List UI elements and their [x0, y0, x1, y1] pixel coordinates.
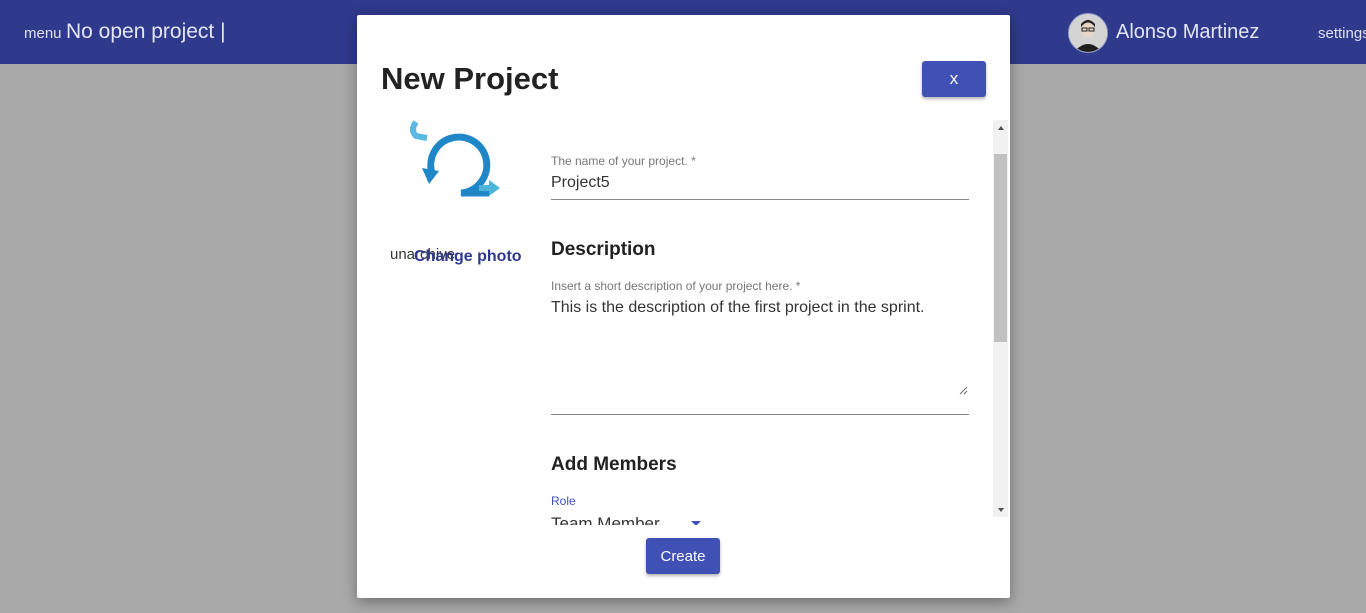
- scrum-cycle-icon[interactable]: [407, 120, 507, 202]
- description-underline: [551, 414, 969, 415]
- project-name-input[interactable]: Project5: [551, 174, 610, 192]
- project-status: No open project |: [66, 20, 226, 43]
- description-textarea[interactable]: This is the description of the first pro…: [551, 299, 969, 317]
- description-heading: Description: [551, 239, 656, 260]
- create-button[interactable]: Create: [646, 538, 720, 574]
- dialog-title: New Project: [381, 61, 559, 96]
- scrollbar-thumb[interactable]: [994, 154, 1007, 342]
- project-name-label: The name of your project. *: [551, 154, 696, 168]
- scroll-down-icon[interactable]: [993, 502, 1008, 517]
- role-select[interactable]: Team Member: [551, 514, 660, 525]
- menu-button[interactable]: menu: [24, 25, 62, 42]
- settings-button[interactable]: settings: [1318, 25, 1366, 42]
- new-project-dialog: New Project x unarchive Change photo The…: [357, 15, 1010, 598]
- dialog-body: unarchive Change photo The name of your …: [357, 120, 1010, 525]
- add-members-heading: Add Members: [551, 454, 677, 475]
- project-name-underline: [551, 199, 969, 200]
- scroll-up-icon[interactable]: [993, 120, 1008, 135]
- user-name[interactable]: Alonso Martinez: [1116, 21, 1259, 44]
- dialog-scrollbar[interactable]: [993, 120, 1008, 517]
- user-avatar-icon: [1069, 14, 1107, 52]
- avatar[interactable]: [1068, 13, 1108, 53]
- change-photo-link[interactable]: Change photo: [414, 248, 522, 266]
- chevron-down-icon[interactable]: [691, 521, 701, 525]
- role-label: Role: [551, 494, 576, 508]
- close-button[interactable]: x: [922, 61, 986, 97]
- description-label: Insert a short description of your proje…: [551, 279, 801, 293]
- resize-grip-icon[interactable]: [958, 385, 968, 395]
